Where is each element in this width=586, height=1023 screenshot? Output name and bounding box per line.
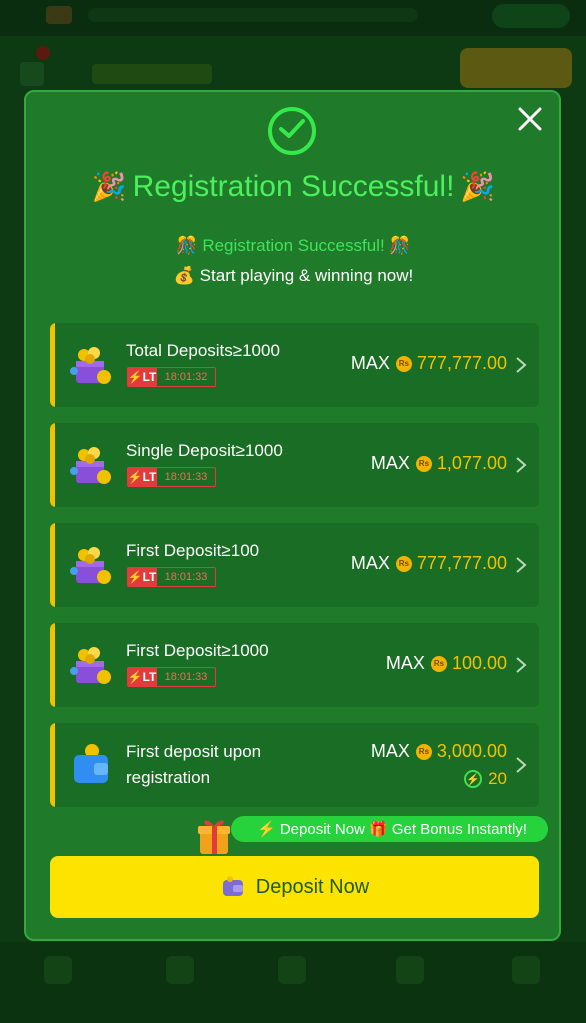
bonus-name: First deposit upon registration [126, 742, 262, 787]
chevron-right-icon [516, 757, 527, 773]
wallet-icon [74, 744, 108, 783]
gift-box-icon [70, 347, 111, 384]
confetti-icon: 🎊 [176, 236, 198, 255]
gift-icon [198, 820, 230, 854]
modal-tagline-text: Start playing & winning now! [199, 266, 414, 285]
bonus-name: First Deposit≥100 [126, 541, 260, 560]
background-top-bar [0, 0, 586, 36]
background-tab-icon [166, 956, 194, 984]
amount-value: 777,777.00 [416, 353, 507, 373]
confetti-icon: 🎊 [389, 236, 411, 255]
bonus-name: Total Deposits≥1000 [126, 341, 280, 360]
background-tab-icon [278, 956, 306, 984]
modal-tagline: 💰 Start playing & winning now! [26, 266, 561, 286]
gift-box-icon [70, 647, 111, 684]
amount-value: 777,777.00 [416, 553, 507, 573]
bonus-card[interactable]: First Deposit≥1000 ⚡ LT 18:01:33 MAX Rs 1… [50, 623, 539, 707]
chevron-right-icon [516, 557, 527, 573]
lt-badge: ⚡ LT [127, 367, 157, 387]
registration-success-modal: 🎉 Registration Successful! 🎉 🎊 Registratio… [24, 90, 561, 941]
limited-time-timer: ⚡ LT 18:01:32 [127, 367, 216, 387]
bonus-max-amount: MAX Rs 777,777.00 [351, 553, 507, 574]
background-icon [46, 6, 72, 24]
chevron-right-icon [516, 357, 527, 373]
check-circle-icon [268, 107, 316, 155]
max-label: MAX [350, 553, 390, 573]
money-bag-icon: 💰 [173, 266, 195, 285]
bonus-card[interactable]: Total Deposits≥1000 ⚡ LT 18:01:32 MAX Rs … [50, 323, 539, 407]
background-notification-dot [36, 46, 50, 60]
background-logo [92, 64, 212, 84]
background-menu-icon [20, 62, 44, 86]
amount-value: 3,000.00 [436, 741, 507, 761]
amount-value: 100.00 [451, 653, 507, 673]
bonus-card[interactable]: First Deposit≥100 ⚡ LT 18:01:33 MAX Rs 77… [50, 523, 539, 607]
party-popper-icon: 🎉 [91, 171, 127, 202]
lightning-coin-icon: ⚡ [464, 770, 483, 788]
deposit-now-label: Deposit Now [255, 875, 370, 898]
close-icon [518, 107, 542, 131]
card-accent-bar [50, 423, 55, 507]
deposit-now-button[interactable]: Deposit Now [50, 856, 539, 918]
chevron-right-icon [516, 657, 527, 673]
bonus-max-amount: MAX Rs 777,777.00 [351, 353, 507, 374]
modal-title: 🎉 Registration Successful! 🎉 [26, 170, 561, 204]
background-tab-icon [44, 956, 72, 984]
modal-title-text: Registration Successful! [132, 170, 455, 203]
background-register-button [460, 48, 572, 88]
gift-box-icon [70, 547, 111, 584]
bonus-card[interactable]: Single Deposit≥1000 ⚡ LT 18:01:33 MAX Rs … [50, 423, 539, 507]
bonus-card[interactable]: First deposit upon registration MAX Rs 3… [50, 723, 539, 807]
card-accent-bar [50, 723, 55, 807]
countdown-timer: 18:01:33 [157, 667, 216, 687]
lt-badge: ⚡ LT [127, 567, 157, 587]
limited-time-timer: ⚡ LT 18:01:33 [127, 567, 216, 587]
modal-subtitle-text: Registration Successful! [202, 236, 385, 255]
background-bottom-nav [0, 942, 586, 1023]
countdown-timer: 18:01:32 [157, 367, 216, 387]
close-button[interactable] [515, 104, 545, 134]
limited-time-timer: ⚡ LT 18:01:33 [127, 467, 216, 487]
bonus-max-amount: MAX Rs 1,077.00 [371, 453, 507, 474]
card-accent-bar [50, 323, 55, 407]
party-popper-icon: 🎉 [460, 171, 496, 202]
limited-time-timer: ⚡ LT 18:01:33 [127, 667, 216, 687]
countdown-timer: 18:01:33 [157, 567, 216, 587]
rupee-coin-icon: Rs [415, 455, 432, 472]
points-value: 20 [488, 769, 507, 788]
max-label: MAX [370, 453, 410, 473]
countdown-timer: 18:01:33 [157, 467, 216, 487]
chevron-right-icon [516, 457, 527, 473]
card-accent-bar [50, 623, 55, 707]
lt-badge: ⚡ LT [127, 467, 157, 487]
background-marquee [88, 8, 418, 22]
promo-text: ⚡ Deposit Now 🎁 Get Bonus Instantly! [257, 821, 527, 838]
wallet-icon [222, 876, 243, 896]
bonus-points: ⚡ 20 [464, 769, 507, 789]
rupee-coin-icon: Rs [415, 743, 432, 760]
bonus-max-amount: MAX Rs 3,000.00 [371, 741, 507, 762]
rupee-coin-icon: Rs [430, 655, 447, 672]
bonus-name: Single Deposit≥1000 [126, 441, 283, 460]
background-tab-icon [512, 956, 540, 984]
amount-value: 1,077.00 [436, 453, 507, 473]
bonus-max-amount: MAX Rs 100.00 [386, 653, 507, 674]
background-tab-icon [396, 956, 424, 984]
bonus-name: First Deposit≥1000 [126, 641, 269, 660]
rupee-coin-icon: Rs [395, 555, 412, 572]
background-button [492, 4, 570, 28]
max-label: MAX [370, 741, 410, 761]
max-label: MAX [350, 353, 390, 373]
gift-box-icon [70, 447, 111, 484]
max-label: MAX [385, 653, 425, 673]
card-accent-bar [50, 523, 55, 607]
lt-badge: ⚡ LT [127, 667, 157, 687]
modal-subtitle: 🎊 Registration Successful! 🎊 [26, 236, 561, 256]
bonus-promo-banner: ⚡ Deposit Now 🎁 Get Bonus Instantly! [231, 816, 548, 842]
rupee-coin-icon: Rs [395, 355, 412, 372]
